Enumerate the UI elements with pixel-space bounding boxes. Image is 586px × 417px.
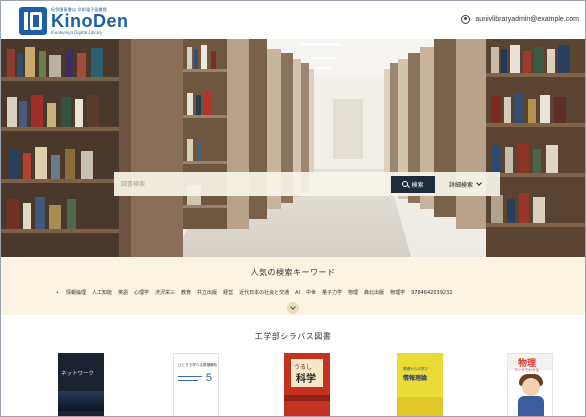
logo-text: 紀伊國屋書店 学術電子図書館 KinoDen Kinokuniya Digita… <box>51 7 129 36</box>
advanced-search-toggle[interactable]: 詳細検索 <box>449 180 482 189</box>
book-cover[interactable]: うるし 科学 <box>284 353 330 416</box>
keyword-link[interactable]: 量子力学 <box>322 289 342 296</box>
keyword-link[interactable]: 物理学 <box>390 289 405 296</box>
book-cover-rule <box>178 376 202 377</box>
keyword-link[interactable]: 経営 <box>223 289 233 296</box>
search-input[interactable] <box>114 172 386 196</box>
user-menu[interactable]: aunivlibraryadmin@example.com <box>461 15 579 24</box>
keyword-link[interactable]: 森北出版 <box>364 289 384 296</box>
keyword-link[interactable]: 情報倫理 <box>66 289 86 296</box>
keyword-list: • 情報倫理 人工知能 英語 心理学 渋沢栄三 教育 共立出版 経営 近代日本の… <box>56 289 458 297</box>
user-icon <box>461 15 471 24</box>
book-cover-rule <box>178 380 198 381</box>
keyword-link[interactable]: 心理学 <box>134 289 149 296</box>
keyword-link[interactable]: 教育 <box>181 289 191 296</box>
keyword-link[interactable]: 中世 <box>306 289 316 296</box>
keyword-link[interactable]: 渋沢栄三 <box>155 289 175 296</box>
chevron-down-icon <box>290 304 296 310</box>
keyword-link[interactable]: 人工知能 <box>92 289 112 296</box>
book-cover-band <box>284 395 330 401</box>
syllabus-section-title: 工学部シラバス図書 <box>254 332 332 341</box>
keyword-link[interactable]: 物理 <box>348 289 358 296</box>
hero-banner: 検索 詳細検索 <box>1 39 585 257</box>
search-icon <box>402 181 409 187</box>
kinoden-logo[interactable]: 紀伊國屋書店 学術電子図書館 KinoDen Kinokuniya Digita… <box>19 7 129 35</box>
book-cover-title: ネットワーク <box>61 371 95 377</box>
bullet-icon: • <box>56 289 59 296</box>
advanced-search-label: 詳細検索 <box>449 181 474 189</box>
book-cover-graphic <box>58 391 104 411</box>
book-cover-subtitle: 基礎からの学び <box>403 367 429 371</box>
search-button[interactable]: 検索 <box>391 175 435 193</box>
search-button-label: 検索 <box>411 181 424 189</box>
book-volume-number: 5 <box>205 372 212 384</box>
book-cover[interactable]: 物理 マンガでわかる <box>507 353 553 416</box>
book-cover[interactable]: 基礎からの学び 情報理論 <box>397 353 443 416</box>
popular-keywords-title: 人気の検索キーワード <box>250 268 336 277</box>
expand-keywords-button[interactable] <box>287 302 299 314</box>
logo-main-text: KinoDen <box>51 11 129 31</box>
keyword-link[interactable]: 英語 <box>118 289 128 296</box>
user-email: aunivlibraryadmin@example.com <box>475 16 579 23</box>
book-cover-title: 科学 <box>296 374 316 385</box>
book-cover-title: 情報理論 <box>403 375 428 382</box>
book-cover[interactable]: ネットワーク <box>58 353 104 416</box>
book-cover-subtitle: マンガでわかる <box>514 368 540 372</box>
app-frame: 紀伊國屋書店 学術電子図書館 KinoDen Kinokuniya Digita… <box>0 0 586 417</box>
keyword-link[interactable]: AI <box>295 290 300 296</box>
manga-character-face <box>522 378 540 396</box>
logo-mark-icon <box>19 7 47 35</box>
keyword-link[interactable]: 近代日本の社会と交通 <box>239 289 289 296</box>
book-cover-stripe <box>397 397 443 416</box>
search-bar: 検索 詳細検索 <box>114 172 500 196</box>
syllabus-book-list: ネットワーク ひとりで学べる数値解析 5 うるし 科学 基礎からの学び 情報理論… <box>1 349 585 416</box>
logo-sub-text: Kinokuniya Digital Library <box>51 30 103 35</box>
keyword-link[interactable]: 共立出版 <box>197 289 217 296</box>
header: 紀伊國屋書店 学術電子図書館 KinoDen Kinokuniya Digita… <box>1 1 585 39</box>
chevron-down-icon <box>476 180 482 186</box>
book-cover-title: ひとりで学べる数値解析 <box>178 363 218 367</box>
keyword-link[interactable]: 9784642039232 <box>411 290 452 296</box>
library-background-image <box>1 39 585 257</box>
book-cover[interactable]: ひとりで学べる数値解析 5 <box>173 353 219 416</box>
manga-character-body <box>518 396 544 416</box>
popular-keywords-section: 人気の検索キーワード • 情報倫理 人工知能 英語 心理学 渋沢栄三 教育 共立… <box>1 257 585 315</box>
